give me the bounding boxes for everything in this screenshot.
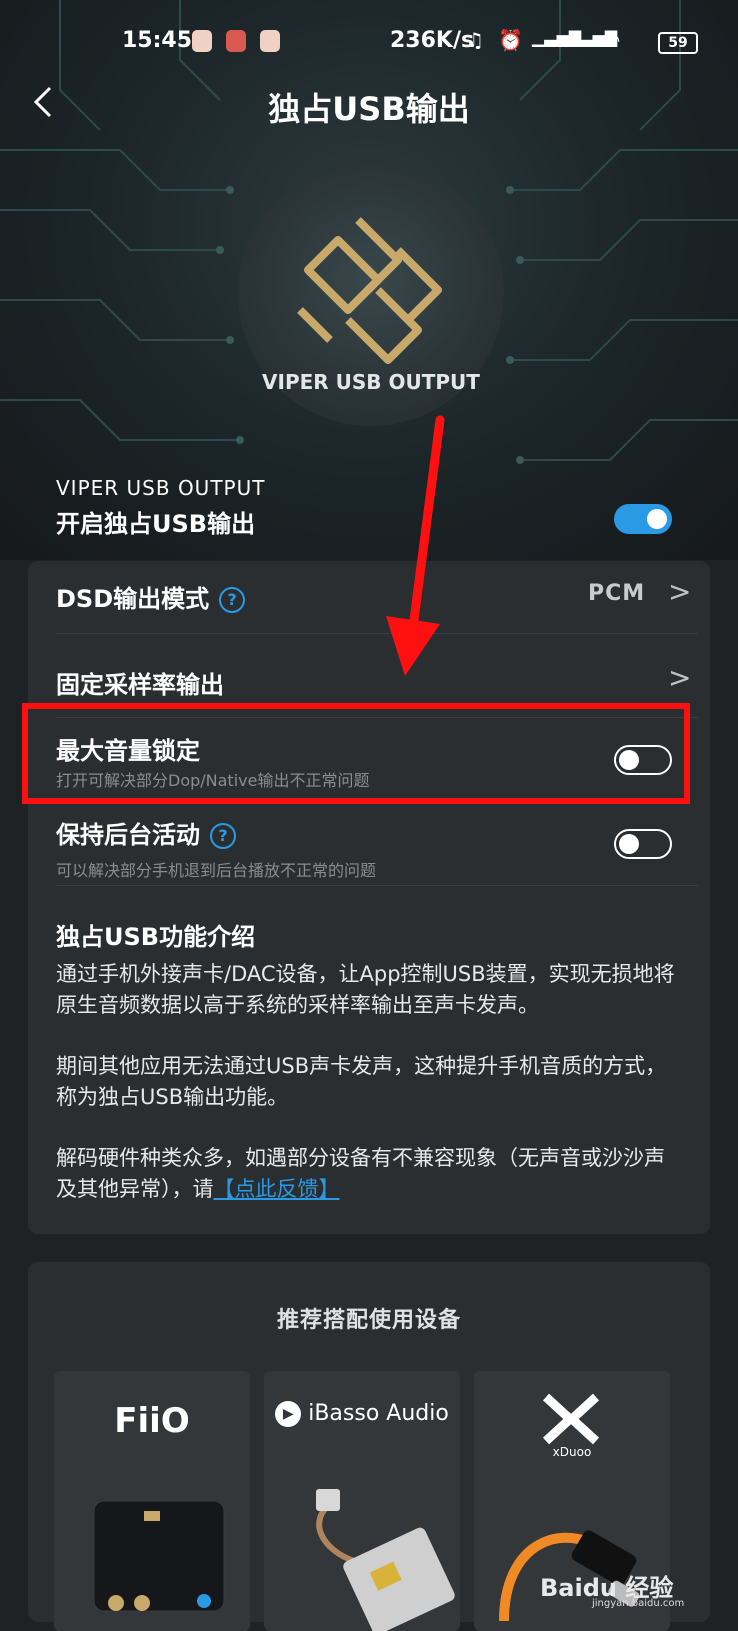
brand-name: xDuoo: [552, 1445, 592, 1459]
device-card-fiio[interactable]: FiiO: [54, 1371, 250, 1631]
chevron-right-icon: >: [668, 661, 692, 694]
battery-indicator: 59: [658, 32, 698, 54]
headset-icon: ♫: [466, 28, 484, 52]
wifi-icon: ◠: [604, 28, 620, 52]
ibasso-play-icon: ▶: [275, 1401, 302, 1427]
highlight-box: [22, 703, 690, 804]
notification-icon: [226, 30, 246, 52]
brand-logo: ▶ iBasso Audio: [264, 1401, 460, 1427]
enable-usb-toggle[interactable]: [614, 504, 672, 534]
status-time: 15:45: [122, 28, 193, 53]
toggle-knob: [619, 834, 639, 854]
divider: [56, 885, 698, 886]
keep-background-title: 保持后台活动?: [56, 815, 236, 850]
keep-background-label: 保持后台活动: [56, 821, 200, 849]
intro-paragraph: 通过手机外接声卡/DAC设备，让App控制USB装置，实现无损地将原生音频数据以…: [56, 962, 675, 1017]
dsd-mode-value: PCM: [588, 581, 646, 606]
fixed-rate-label: 固定采样率输出: [56, 671, 224, 699]
keep-background-toggle[interactable]: [614, 829, 672, 859]
notification-icon: [192, 30, 212, 52]
recommended-title: 推荐搭配使用设备: [276, 1308, 461, 1333]
network-speed: 236K/s: [390, 28, 475, 53]
toggle-knob: [647, 509, 667, 529]
status-bar: 15:45 236K/s ♫ ⏰ ▁▃▅▇ ▁▃▅▇ ◠ 59: [0, 22, 738, 62]
logo-caption: VIPER USB OUTPUT: [262, 370, 480, 394]
intro-paragraph-feedback: 解码硬件种类众多，如遇部分设备有不兼容现象（无声音或沙沙声及其他异常），请【点此…: [56, 1143, 682, 1205]
help-icon[interactable]: ?: [210, 823, 236, 849]
brand-name: iBasso Audio: [308, 1401, 449, 1426]
page-title: 独占USB输出: [268, 90, 470, 128]
notification-icon: [260, 30, 280, 52]
enable-usb-label: 开启独占USB输出: [56, 510, 256, 538]
viper-caption: VIPER USB OUTPUT: [56, 476, 266, 500]
help-icon[interactable]: ?: [219, 587, 246, 613]
dsd-mode-title: DSD输出模式?: [56, 579, 246, 614]
device-card-ibasso[interactable]: ▶ iBasso Audio: [264, 1371, 460, 1631]
divider: [56, 633, 698, 634]
chevron-right-icon: >: [668, 575, 692, 608]
intro-paragraph: 解码硬件种类众多，如遇部分设备有不兼容现象（无声音或沙沙声及其他异常），请: [56, 1146, 665, 1201]
feedback-link[interactable]: 【点此反馈】: [214, 1177, 340, 1201]
keep-background-desc: 可以解决部分手机退到后台播放不正常的问题: [56, 861, 377, 880]
usb-dongle-icon: [316, 1489, 455, 1631]
dsd-mode-label: DSD输出模式: [56, 585, 210, 613]
settings-card: DSD输出模式? PCM > 固定采样率输出 > 最大音量锁定 打开可解决部分D…: [28, 561, 710, 1234]
intro-title: 独占USB功能介绍: [56, 923, 256, 951]
alarm-icon: ⏰: [498, 28, 523, 52]
intro-paragraph: 期间其他应用无法通过USB声卡发声，这种提升手机音质的方式，称为独占USB输出功…: [56, 1054, 667, 1109]
dac-device-icon: [93, 1500, 225, 1612]
brand-logo: FiiO: [114, 1401, 190, 1441]
